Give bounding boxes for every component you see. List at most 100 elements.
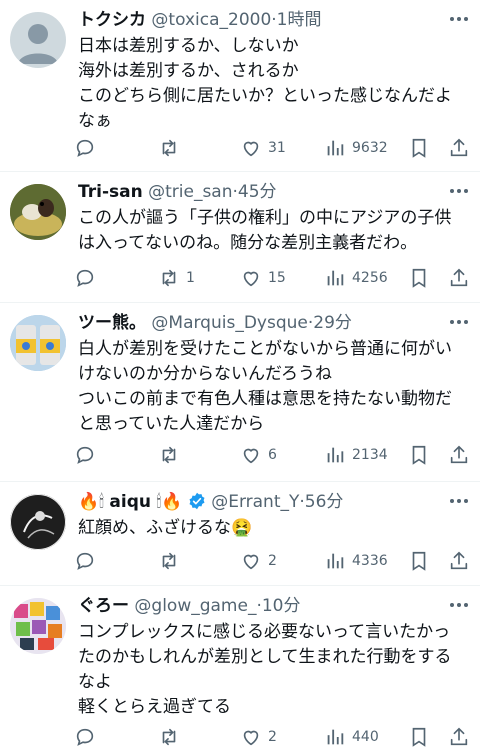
- bookmark-button[interactable]: [408, 724, 430, 750]
- share-icon: [450, 138, 468, 157]
- post-5[interactable]: ぐろー @glow_game_·10分 コンプレックスに感じる必要ないって言いた…: [0, 586, 480, 756]
- reply-icon: [76, 139, 94, 157]
- bookmark-button[interactable]: [408, 548, 430, 574]
- share-button[interactable]: [448, 265, 470, 291]
- view-count: 440: [352, 729, 379, 745]
- sketch-avatar-icon: [10, 494, 66, 550]
- text-line: 紅顔め、ふざけるな🤮: [78, 518, 253, 538]
- post-header: Tri-san @trie_san·45分: [78, 180, 446, 204]
- bookmark-icon: [412, 268, 426, 288]
- display-name[interactable]: ぐろー: [78, 596, 129, 616]
- reply-button[interactable]: [74, 442, 96, 468]
- like-button[interactable]: 15: [240, 265, 286, 291]
- repost-button[interactable]: [158, 135, 186, 161]
- post-text: この人が謳う「子供の権利」の中にアジアの子供 は入ってないのね。随分な差別主義者…: [78, 206, 470, 256]
- repost-icon: [162, 728, 176, 746]
- reply-button[interactable]: [74, 724, 96, 750]
- heart-icon: [243, 141, 259, 157]
- reply-button[interactable]: [74, 265, 96, 291]
- view-count: 2134: [352, 447, 388, 463]
- repost-button[interactable]: [158, 724, 186, 750]
- bookmark-button[interactable]: [408, 265, 430, 291]
- display-name[interactable]: Tri-san: [78, 182, 143, 202]
- avatar[interactable]: [10, 494, 66, 550]
- user-handle[interactable]: @Errant_Y: [211, 492, 299, 512]
- share-icon: [450, 268, 468, 287]
- action-bar: 1 15 4256: [74, 265, 472, 291]
- text-line: 軽くとらえ過ぎてる: [78, 697, 231, 717]
- text-line: 海外は差別するか、されるか: [78, 61, 299, 81]
- text-line: たのかもしれんが差別として生まれた行動をする: [78, 647, 452, 667]
- display-name[interactable]: トクシカ: [78, 10, 146, 30]
- repost-icon: [162, 446, 176, 464]
- share-button[interactable]: [448, 442, 470, 468]
- bookmark-icon: [412, 727, 426, 747]
- text-line: なぁ: [78, 111, 112, 131]
- post-4[interactable]: 🔥🕯 aiqu 🕯🔥 @Errant_Y·56分 紅顔め、ふざけるな🤮 2 43…: [0, 482, 480, 586]
- post-text: 白人が差別を受けたことがないから普通に何がい けないのか分からないんだろうね つ…: [78, 337, 470, 437]
- reply-icon: [76, 446, 94, 464]
- post-time[interactable]: 10分: [262, 596, 301, 616]
- views-chart-icon: [327, 140, 344, 156]
- views-button[interactable]: 9632: [324, 135, 388, 161]
- fire-candle-emoji: 🔥🕯: [78, 492, 104, 512]
- display-name[interactable]: ツー熊。: [78, 313, 146, 333]
- repost-icon: [162, 269, 176, 287]
- views-chart-icon: [327, 553, 344, 569]
- views-button[interactable]: 4336: [324, 548, 388, 574]
- views-button[interactable]: 2134: [324, 442, 388, 468]
- share-button[interactable]: [448, 548, 470, 574]
- avatar[interactable]: [10, 315, 66, 371]
- view-count: 4336: [352, 553, 388, 569]
- like-button[interactable]: 2: [240, 724, 277, 750]
- display-name[interactable]: aiqu: [109, 492, 151, 512]
- heart-icon: [243, 730, 259, 746]
- repost-button[interactable]: [158, 548, 186, 574]
- more-options-icon[interactable]: [448, 180, 470, 202]
- repost-button[interactable]: 1: [158, 265, 195, 291]
- like-count: 31: [268, 140, 286, 156]
- repost-button[interactable]: [158, 442, 186, 468]
- post-time[interactable]: 1時間: [277, 10, 322, 30]
- user-handle[interactable]: @toxica_2000: [151, 10, 271, 30]
- avatar[interactable]: [10, 184, 66, 240]
- share-icon: [450, 445, 468, 464]
- reply-button[interactable]: [74, 135, 96, 161]
- text-line: けないのか分からないんだろうね: [78, 364, 332, 384]
- reply-icon: [76, 552, 94, 570]
- view-count: 4256: [352, 270, 388, 286]
- like-button[interactable]: 31: [240, 135, 286, 161]
- text-line: 白人が差別を受けたことがないから普通に何がい: [78, 339, 452, 359]
- like-button[interactable]: 2: [240, 548, 277, 574]
- avatar[interactable]: [10, 12, 66, 68]
- post-time[interactable]: 56分: [305, 492, 344, 512]
- post-1[interactable]: トクシカ @toxica_2000·1時間 日本は差別するか、しないか 海外は差…: [0, 0, 480, 172]
- default-avatar-icon: [18, 24, 58, 64]
- user-handle[interactable]: @trie_san: [148, 182, 232, 202]
- text-line: この人が謳う「子供の権利」の中にアジアの子供: [78, 208, 452, 228]
- share-button[interactable]: [448, 135, 470, 161]
- more-options-icon[interactable]: [448, 490, 470, 512]
- post-time[interactable]: 45分: [238, 182, 277, 202]
- heart-icon: [243, 554, 259, 570]
- reply-button[interactable]: [74, 548, 96, 574]
- user-handle[interactable]: @glow_game_: [134, 596, 256, 616]
- post-3[interactable]: ツー熊。 @Marquis_Dysque·29分 白人が差別を受けたことがないか…: [0, 303, 480, 482]
- more-options-icon[interactable]: [448, 311, 470, 333]
- more-options-icon[interactable]: [448, 8, 470, 30]
- views-button[interactable]: 440: [324, 724, 379, 750]
- more-options-icon[interactable]: [448, 594, 470, 616]
- like-count: 2: [268, 729, 277, 745]
- bookmark-button[interactable]: [408, 442, 430, 468]
- bookmark-button[interactable]: [408, 135, 430, 161]
- user-handle[interactable]: @Marquis_Dysque: [151, 313, 307, 333]
- reply-icon: [76, 269, 94, 287]
- post-time[interactable]: 29分: [313, 313, 352, 333]
- like-button[interactable]: 6: [240, 442, 277, 468]
- post-text: コンプレックスに感じる必要ないって言いたかっ たのかもしれんが差別として生まれた…: [78, 620, 470, 720]
- views-button[interactable]: 4256: [324, 265, 388, 291]
- bookmark-icon: [412, 138, 426, 158]
- post-2[interactable]: Tri-san @trie_san·45分 この人が謳う「子供の権利」の中にアジ…: [0, 172, 480, 303]
- avatar[interactable]: [10, 598, 66, 654]
- share-button[interactable]: [448, 724, 470, 750]
